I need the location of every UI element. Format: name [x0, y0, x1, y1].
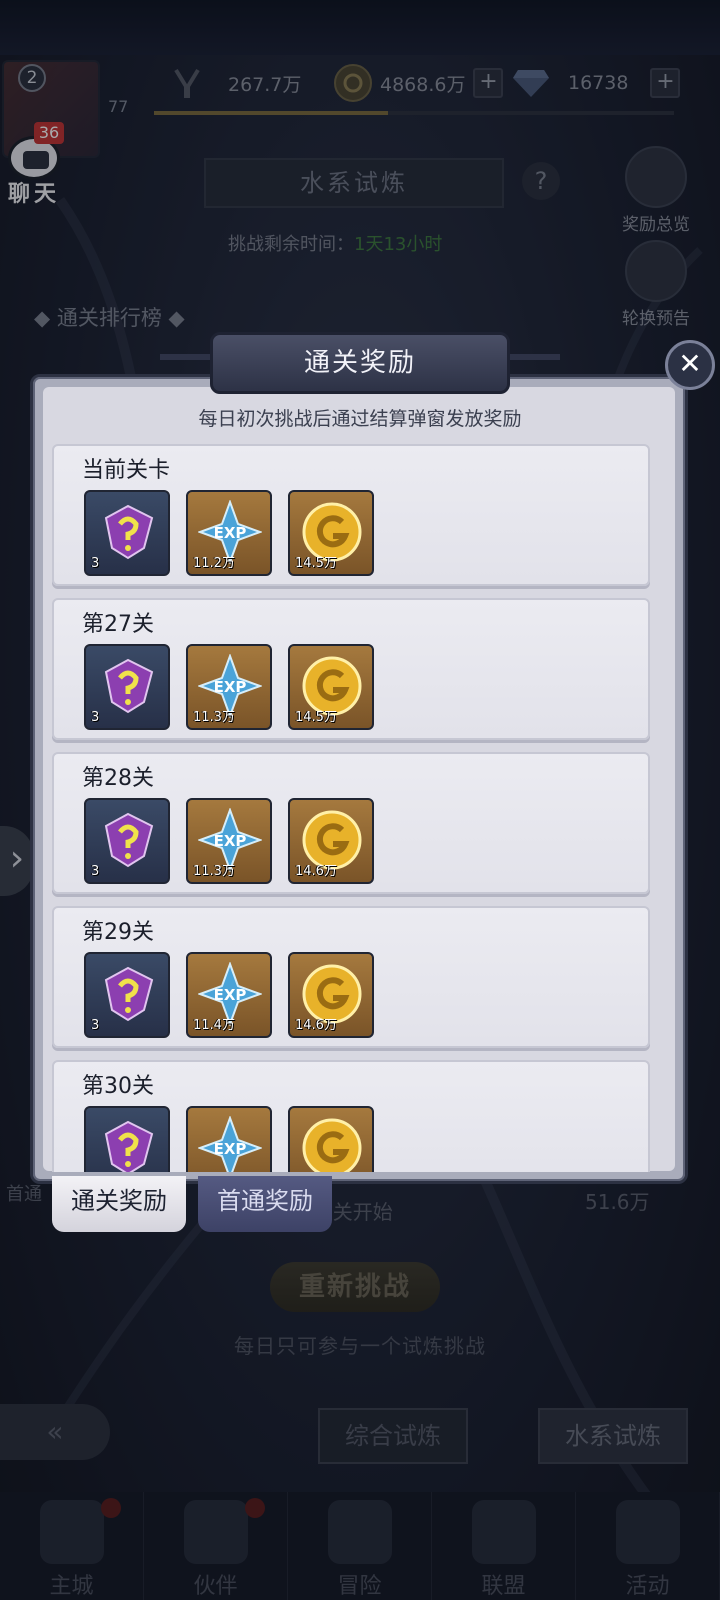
- reward-card: 第27关 3 EXP 11.3万 14.5万: [52, 598, 650, 740]
- item-count: 11.3万: [193, 710, 235, 725]
- item-count: 3: [91, 864, 100, 879]
- item-gold[interactable]: [288, 1106, 374, 1172]
- item-exp[interactable]: EXP 11.4万: [186, 952, 272, 1038]
- tab-first-clear-reward[interactable]: 首通奖励: [198, 1176, 332, 1232]
- item-gem[interactable]: 3: [84, 490, 170, 576]
- modal-title: 通关奖励: [210, 332, 510, 394]
- modal-description: 每日初次挑战后通过结算弹窗发放奖励: [198, 408, 522, 430]
- stage-title: 第28关: [82, 766, 154, 791]
- item-count: 14.5万: [295, 710, 337, 725]
- svg-text:EXP: EXP: [214, 986, 247, 1004]
- item-gold[interactable]: 14.5万: [288, 490, 374, 576]
- item-gold[interactable]: 14.5万: [288, 644, 374, 730]
- close-icon[interactable]: ✕: [665, 340, 715, 390]
- stage-title: 第29关: [82, 920, 154, 945]
- item-count: 11.4万: [193, 1018, 235, 1033]
- item-gem[interactable]: [84, 1106, 170, 1172]
- reward-card: 当前关卡 3 EXP 11.2万 14.5万: [52, 444, 650, 586]
- item-exp[interactable]: EXP 11.3万: [186, 644, 272, 730]
- reward-card: 第28关 3 EXP 11.3万 14.6万: [52, 752, 650, 894]
- item-count: 14.6万: [295, 864, 337, 879]
- stage-title: 第30关: [82, 1074, 154, 1099]
- stage-title: 第27关: [82, 612, 154, 637]
- svg-text:EXP: EXP: [214, 832, 247, 850]
- tab-clear-reward[interactable]: 通关奖励: [52, 1176, 186, 1232]
- svg-text:EXP: EXP: [214, 1140, 247, 1158]
- reward-list[interactable]: 当前关卡 3 EXP 11.2万 14.5万 第27关 3 EXP 11.3万 14.5万 第28关…: [50, 444, 666, 1172]
- item-count: 11.2万: [193, 556, 235, 571]
- item-exp[interactable]: EXP: [186, 1106, 272, 1172]
- svg-text:EXP: EXP: [214, 678, 247, 696]
- item-gem[interactable]: 3: [84, 644, 170, 730]
- item-count: 3: [91, 1018, 100, 1033]
- item-gem[interactable]: 3: [84, 798, 170, 884]
- item-gem[interactable]: 3: [84, 952, 170, 1038]
- item-gold[interactable]: 14.6万: [288, 798, 374, 884]
- stage-title: 当前关卡: [82, 458, 171, 483]
- item-exp[interactable]: EXP 11.2万: [186, 490, 272, 576]
- svg-text:EXP: EXP: [214, 524, 247, 542]
- item-count: 3: [91, 556, 100, 571]
- reward-card: 第30关 EXP: [52, 1060, 650, 1172]
- reward-card: 第29关 3 EXP 11.4万 14.6万: [52, 906, 650, 1048]
- item-gold[interactable]: 14.6万: [288, 952, 374, 1038]
- item-count: 14.5万: [295, 556, 337, 571]
- item-count: 3: [91, 710, 100, 725]
- item-count: 14.6万: [295, 1018, 337, 1033]
- item-exp[interactable]: EXP 11.3万: [186, 798, 272, 884]
- item-count: 11.3万: [193, 864, 235, 879]
